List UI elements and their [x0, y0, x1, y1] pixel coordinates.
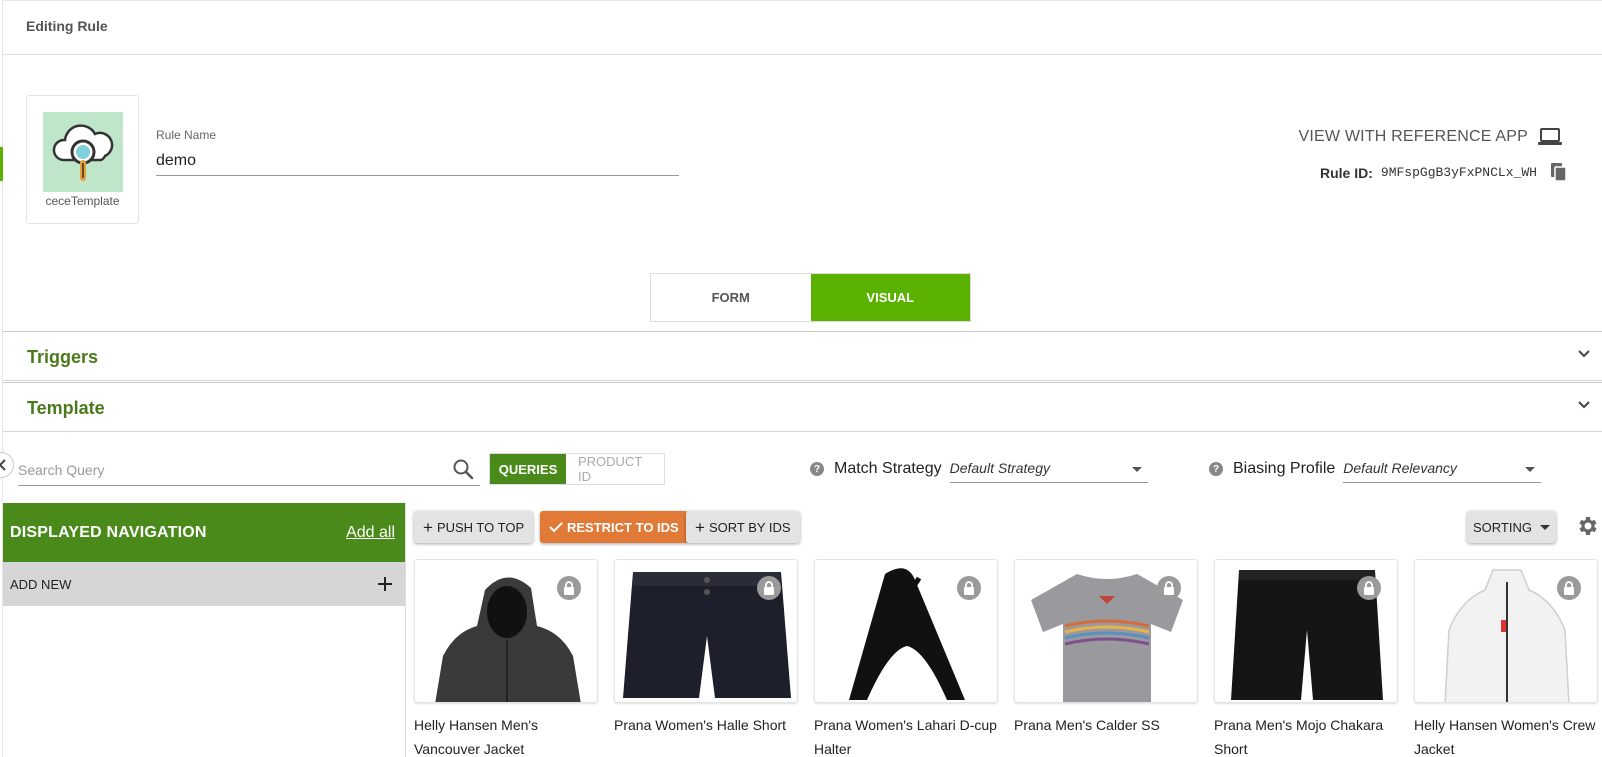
- product-image: [414, 559, 598, 703]
- push-to-top-label: PUSH TO TOP: [436, 519, 525, 535]
- page-title: Editing Rule: [26, 18, 108, 34]
- navigation-title: DISPLAYED NAVIGATION: [10, 523, 207, 541]
- copy-icon[interactable]: [1550, 163, 1567, 182]
- collapse-panel-button[interactable]: [0, 452, 14, 478]
- triggers-section[interactable]: Triggers: [3, 331, 1602, 381]
- sort-by-ids-label: SORT BY IDS: [708, 519, 791, 535]
- active-indicator: [0, 147, 3, 181]
- biasing-profile-select[interactable]: Default Relevancy: [1343, 455, 1542, 483]
- reference-app-label: VIEW WITH REFERENCE APP: [1298, 128, 1528, 145]
- product-name: Helly Hansen Women's Crew Jacket: [1414, 717, 1596, 757]
- plus-icon: +: [695, 517, 705, 537]
- push-to-top-button[interactable]: + PUSH TO TOP: [414, 511, 534, 543]
- lock-icon[interactable]: [557, 576, 581, 600]
- search-icon[interactable]: [452, 458, 474, 480]
- caret-down-icon: [1525, 467, 1536, 472]
- product-image: [614, 559, 798, 703]
- biasing-profile: ? Biasing Profile Default Relevancy: [1209, 455, 1542, 483]
- tab-form[interactable]: FORM: [651, 274, 811, 321]
- product-card[interactable]: Helly Hansen Women's Crew Jacket: [1414, 559, 1598, 757]
- navigation-header: DISPLAYED NAVIGATION Add all: [3, 503, 405, 562]
- cloud-search-icon: [43, 112, 123, 192]
- match-strategy: ? Match Strategy Default Strategy: [810, 455, 1148, 483]
- template-label: ceceTemplate: [45, 194, 120, 208]
- add-new-label: ADD NEW: [10, 576, 72, 592]
- search-bar: [18, 452, 480, 486]
- caret-down-icon: [1131, 467, 1142, 472]
- search-input[interactable]: [18, 458, 438, 482]
- product-image: [1214, 559, 1398, 703]
- lock-icon[interactable]: [757, 576, 781, 600]
- triggers-title: Triggers: [27, 347, 99, 367]
- rule-name-label: Rule Name: [156, 128, 217, 142]
- sort-by-ids-button[interactable]: + SORT BY IDS: [686, 511, 800, 543]
- restrict-to-ids-label: RESTRICT TO IDS: [567, 519, 679, 535]
- product-grid: Helly Hansen Men's Vancouver Jacket Pran…: [414, 559, 1598, 757]
- gear-icon[interactable]: [1575, 514, 1599, 538]
- match-strategy-select[interactable]: Default Strategy: [949, 455, 1148, 483]
- rule-id-label: Rule ID:: [1320, 164, 1373, 181]
- product-name: Prana Men's Calder SS: [1014, 717, 1160, 733]
- chevron-down-icon: [1578, 350, 1590, 358]
- lock-icon[interactable]: [1157, 576, 1181, 600]
- product-card[interactable]: Prana Women's Lahari D-cup Halter: [814, 559, 998, 757]
- restrict-to-ids-button[interactable]: RESTRICT TO IDS: [540, 511, 688, 543]
- add-all-link[interactable]: Add all: [346, 524, 395, 542]
- lock-icon[interactable]: [1557, 576, 1581, 600]
- tab-visual[interactable]: VISUAL: [810, 274, 970, 321]
- tab-product-id[interactable]: PRODUCT ID: [566, 454, 664, 484]
- product-image: [1414, 559, 1598, 703]
- template-title: Template: [27, 398, 105, 418]
- sorting-dropdown[interactable]: SORTING: [1467, 511, 1556, 543]
- displayed-navigation-panel: DISPLAYED NAVIGATION Add all ADD NEW: [3, 503, 406, 757]
- help-icon[interactable]: ?: [1209, 462, 1223, 476]
- product-name: Prana Women's Lahari D-cup Halter: [814, 717, 997, 757]
- biasing-profile-label: Biasing Profile: [1233, 460, 1336, 477]
- top-bar: Editing Rule: [3, 0, 1602, 55]
- help-icon[interactable]: ?: [810, 462, 824, 476]
- template-card[interactable]: ceceTemplate: [26, 95, 139, 224]
- template-section[interactable]: Template: [3, 382, 1602, 432]
- rule-id-value: 9MFspGgB3yFxPNCLx_WH: [1380, 165, 1537, 180]
- lock-icon[interactable]: [957, 576, 981, 600]
- product-image: [1014, 559, 1198, 703]
- check-icon: [549, 522, 563, 533]
- product-card[interactable]: Prana Men's Mojo Chakara Short: [1214, 559, 1398, 757]
- search-type-toggle: QUERIES PRODUCT ID: [489, 453, 665, 485]
- rule-id: Rule ID: 9MFspGgB3yFxPNCLx_WH: [1320, 163, 1567, 182]
- product-card[interactable]: Helly Hansen Men's Vancouver Jacket: [414, 559, 598, 757]
- product-name: Prana Women's Halle Short: [614, 717, 787, 733]
- mode-toggle: FORM VISUAL: [650, 273, 971, 322]
- product-name: Helly Hansen Men's Vancouver Jacket: [414, 717, 539, 757]
- chevron-down-icon: [1578, 401, 1590, 409]
- caret-down-icon: [1540, 524, 1550, 530]
- view-reference-app-button[interactable]: VIEW WITH REFERENCE APP: [1298, 128, 1562, 146]
- product-card[interactable]: Prana Women's Halle Short: [614, 559, 798, 757]
- product-name: Prana Men's Mojo Chakara Short: [1214, 717, 1384, 757]
- biasing-profile-value: Default Relevancy: [1343, 460, 1457, 476]
- tab-queries[interactable]: QUERIES: [490, 454, 566, 484]
- chevron-left-icon: [0, 459, 6, 471]
- product-image: [814, 559, 998, 703]
- product-card[interactable]: Prana Men's Calder SS: [1014, 559, 1198, 757]
- match-strategy-value: Default Strategy: [949, 460, 1050, 476]
- rule-name-input[interactable]: [156, 146, 679, 176]
- sorting-label: SORTING: [1473, 519, 1532, 535]
- add-new-navigation[interactable]: ADD NEW: [3, 562, 405, 606]
- laptop-icon: [1538, 128, 1562, 145]
- match-strategy-label: Match Strategy: [834, 460, 942, 477]
- lock-icon[interactable]: [1357, 576, 1381, 600]
- plus-icon: [378, 577, 392, 591]
- plus-icon: +: [423, 517, 433, 537]
